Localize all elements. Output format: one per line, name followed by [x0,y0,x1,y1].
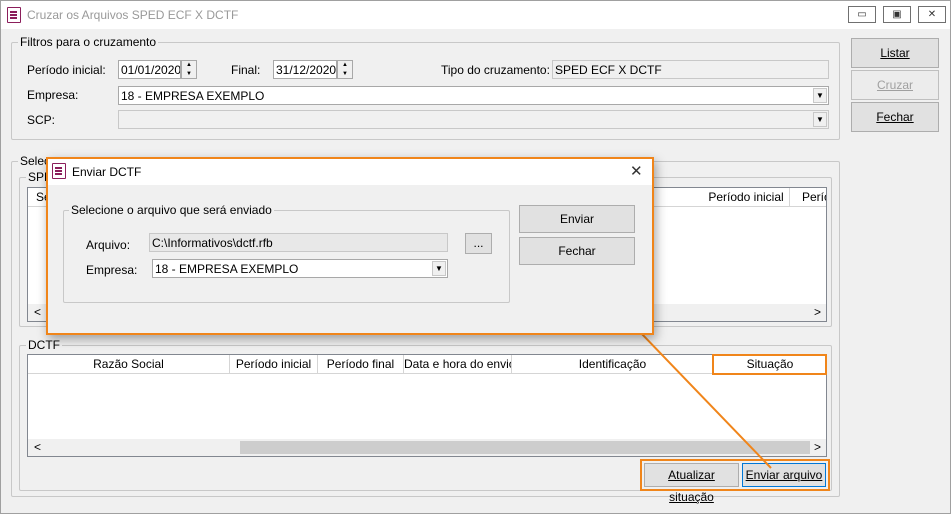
document-icon [52,163,66,179]
chevron-down-icon[interactable]: ▼ [432,261,446,276]
dialog-empresa-label: Empresa: [86,263,138,277]
dialog-fechar-button[interactable]: Fechar [519,237,635,265]
dialog-group-label: Selecione o arquivo que será enviado [69,203,274,217]
enviar-dctf-dialog: Enviar DCTF ✕ Selecione o arquivo que se… [46,157,654,335]
dialog-enviar-button[interactable]: Enviar [519,205,635,233]
dialog-arquivo-field[interactable]: C:\Informativos\dctf.rfb [149,233,448,252]
dialog-title-bar: Enviar DCTF ✕ [48,159,652,185]
dialog-title: Enviar DCTF [72,165,142,179]
dialog-empresa-select[interactable]: 18 - EMPRESA EXEMPLO [152,259,448,278]
dialog-arquivo-label: Arquivo: [86,238,131,252]
dialog-file-group [63,210,510,303]
browse-button[interactable]: ... [465,233,492,254]
dialog-close-icon[interactable]: ✕ [630,162,643,180]
